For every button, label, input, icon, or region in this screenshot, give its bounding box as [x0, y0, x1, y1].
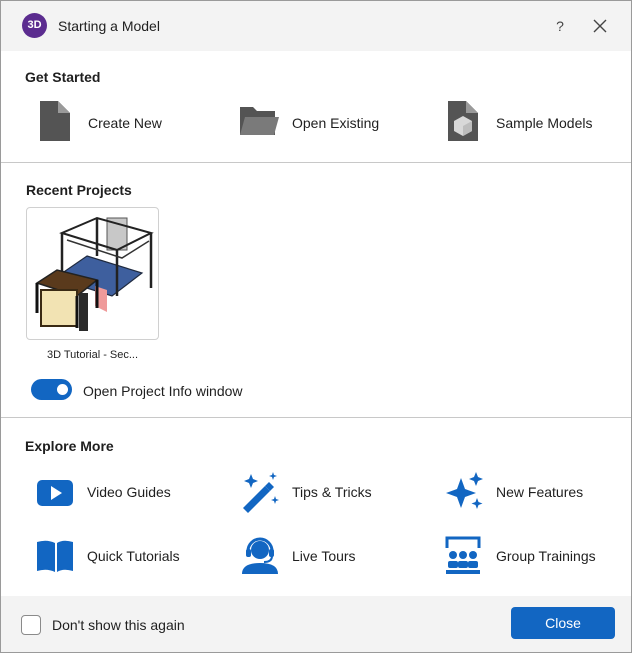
recent-project-name: 3D Tutorial - Sec...	[46, 349, 139, 361]
open-existing-button[interactable]: Open Existing	[239, 101, 409, 145]
tips-tricks-label: Tips & Tricks	[292, 484, 372, 500]
dialog-title: Starting a Model	[58, 18, 160, 34]
play-video-icon	[37, 480, 73, 506]
create-new-label: Create New	[88, 115, 162, 131]
group-trainings-button[interactable]: Group Trainings	[443, 534, 613, 578]
open-project-info-label: Open Project Info window	[83, 383, 243, 399]
quick-tutorials-label: Quick Tutorials	[87, 548, 180, 564]
group-presentation-icon	[445, 536, 481, 574]
quick-tutorials-button[interactable]: Quick Tutorials	[35, 534, 205, 578]
new-features-button[interactable]: New Features	[443, 470, 613, 514]
recent-projects-heading: Recent Projects	[26, 182, 132, 198]
create-new-button[interactable]: Create New	[37, 101, 207, 145]
sparkles-icon	[446, 472, 483, 509]
recent-project-thumbnail[interactable]	[26, 207, 159, 340]
divider	[1, 162, 631, 163]
close-button[interactable]: Close	[511, 607, 615, 639]
dont-show-again-label[interactable]: Don't show this again	[52, 617, 185, 633]
video-guides-button[interactable]: Video Guides	[35, 470, 205, 514]
video-guides-label: Video Guides	[87, 484, 171, 500]
title-bar: 3D Starting a Model ?	[1, 1, 631, 51]
magic-wand-icon	[243, 472, 279, 513]
folder-icon	[240, 107, 279, 135]
sample-model-icon	[448, 101, 478, 141]
headset-user-icon	[242, 537, 278, 574]
new-features-label: New Features	[496, 484, 584, 500]
group-trainings-label: Group Trainings	[496, 548, 596, 564]
sample-models-button[interactable]: Sample Models	[447, 101, 617, 145]
footer: Don't show this again Close	[1, 596, 631, 652]
new-document-icon	[40, 101, 70, 141]
starting-a-model-dialog: 3D Starting a Model ? Get Started Create…	[0, 0, 632, 653]
live-tours-button[interactable]: Live Tours	[239, 534, 409, 578]
tips-tricks-button[interactable]: Tips & Tricks	[239, 470, 409, 514]
open-book-icon	[37, 540, 73, 572]
open-existing-label: Open Existing	[292, 115, 380, 131]
close-icon[interactable]	[589, 15, 611, 37]
dont-show-again-checkbox[interactable]	[21, 615, 41, 635]
explore-more-heading: Explore More	[25, 438, 114, 454]
open-project-info-toggle[interactable]	[31, 379, 72, 400]
model-preview-image	[35, 216, 154, 331]
toggle-knob	[57, 384, 68, 395]
get-started-heading: Get Started	[25, 69, 101, 85]
app-logo: 3D	[22, 13, 47, 38]
sample-models-label: Sample Models	[496, 115, 593, 131]
live-tours-label: Live Tours	[292, 548, 356, 564]
divider	[1, 417, 631, 418]
help-button[interactable]: ?	[550, 15, 570, 37]
